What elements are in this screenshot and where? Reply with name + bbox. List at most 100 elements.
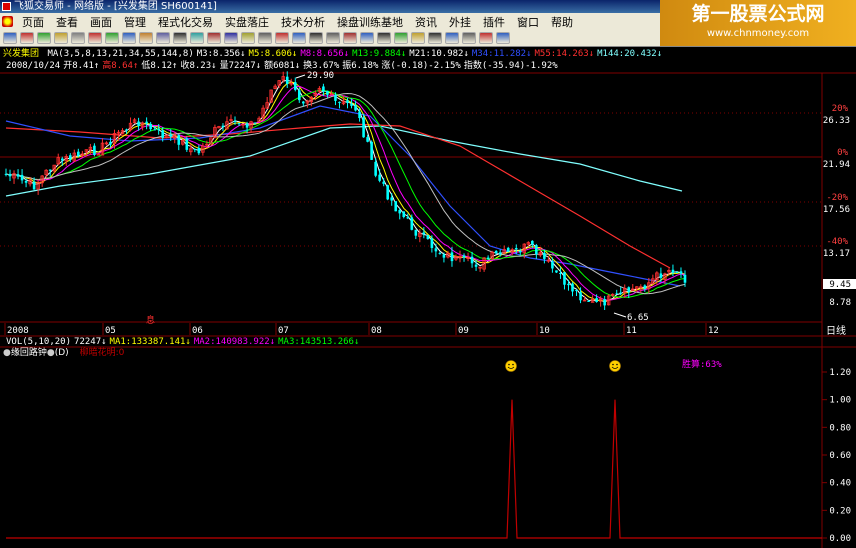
candle-body-down [197, 147, 201, 154]
high-price-label: 29.90 [307, 71, 334, 81]
candle-body-down [8, 173, 12, 177]
toolbar-tool-icon[interactable] [139, 32, 153, 44]
toolbar-tool-icon[interactable] [190, 32, 204, 44]
candle-body-down [575, 290, 578, 292]
time-axis-label: 11 [626, 326, 637, 336]
candle-body-down [382, 181, 385, 184]
menu-item-3[interactable]: 管理 [118, 14, 152, 30]
toolbar-tool-icon[interactable] [54, 32, 68, 44]
toolbar-tool-icon[interactable] [343, 32, 357, 44]
toolbar-tool-icon[interactable] [88, 32, 102, 44]
toolbar-tool-icon[interactable] [479, 32, 493, 44]
toolbar-tool-icon[interactable] [156, 32, 170, 44]
toolbar-tool-icon[interactable] [292, 32, 306, 44]
menu-item-7[interactable]: 操盘训练基地 [331, 14, 409, 30]
menu-item-11[interactable]: 窗口 [511, 14, 545, 30]
price-axis-percent-label: 0% [837, 148, 848, 158]
watermark-url: www.chnmoney.com [706, 28, 810, 39]
toolbar-tool-icon[interactable] [207, 32, 221, 44]
candle-body-down [450, 252, 454, 262]
price-axis-percent-label: -40% [826, 237, 848, 247]
toolbar-tool-icon[interactable] [105, 32, 119, 44]
toolbar-tool-icon[interactable] [394, 32, 408, 44]
menu-item-2[interactable]: 画面 [84, 14, 118, 30]
ma144-line [5, 125, 683, 197]
candle-body-down [293, 82, 297, 90]
candle-body-down [302, 101, 305, 104]
toolbar-tool-icon[interactable] [173, 32, 187, 44]
ma34-line [5, 105, 681, 287]
time-axis-label: 08 [371, 326, 382, 336]
toolbar-tool-icon[interactable] [224, 32, 238, 44]
indicator-axis-label: 1.00 [829, 396, 851, 406]
candle-body-down [426, 235, 430, 240]
toolbar-tool-icon[interactable] [71, 32, 85, 44]
time-axis-label: 2008 [7, 326, 29, 336]
time-axis-label: 10 [539, 326, 550, 336]
candle-body-down [48, 169, 52, 171]
candle-body-down [346, 100, 349, 103]
candle-body-down [125, 129, 128, 131]
toolbar-tool-icon[interactable] [275, 32, 289, 44]
menu-item-1[interactable]: 查看 [50, 14, 84, 30]
candle-body-down [627, 287, 631, 293]
ma3-line [5, 79, 686, 303]
candle-body-down [233, 120, 237, 122]
menu-item-8[interactable]: 资讯 [409, 14, 443, 30]
toolbar-tool-icon[interactable] [20, 32, 34, 44]
candle-body-down [4, 173, 8, 175]
candle-body-down [398, 210, 402, 214]
toolbar-tool-icon[interactable] [411, 32, 425, 44]
toolbar-tool-icon[interactable] [122, 32, 136, 44]
candle-body-down [149, 123, 152, 130]
indicator-axis-label: 0.20 [829, 506, 851, 516]
smiley-icon [505, 360, 517, 372]
toolbar-tool-icon[interactable] [462, 32, 476, 44]
toolbar-tool-icon[interactable] [428, 32, 442, 44]
toolbar-tool-icon[interactable] [496, 32, 510, 44]
menu-item-12[interactable]: 帮助 [545, 14, 579, 30]
candle-body-down [506, 247, 510, 252]
candle-body-down [386, 185, 389, 200]
candle-body-down [370, 141, 373, 160]
menu-item-10[interactable]: 插件 [477, 14, 511, 30]
candle-body-down [20, 174, 24, 181]
toolbar-tool-icon[interactable] [3, 32, 17, 44]
stock-chart[interactable]: 20% 26.33 0% 21.94 -20% 17.56 -40% 13.17 9.45 8.7… [0, 46, 856, 548]
toolbar-tool-icon[interactable] [326, 32, 340, 44]
watermark-title: 第一股票公式网 [691, 3, 825, 25]
toolbar-tool-icon[interactable] [377, 32, 391, 44]
candle-body-down [470, 256, 474, 264]
toolbar-tool-icon[interactable] [258, 32, 272, 44]
menu-item-9[interactable]: 外挂 [443, 14, 477, 30]
candle-body-down [193, 148, 197, 150]
toolbar-tool-icon[interactable] [309, 32, 323, 44]
toolbar-tool-icon[interactable] [360, 32, 374, 44]
menu-item-0[interactable]: 页面 [16, 14, 50, 30]
smiley-eye [512, 363, 514, 366]
toolbar-tool-icon[interactable] [241, 32, 255, 44]
candle-body-down [394, 201, 398, 212]
smiley-eye [612, 363, 614, 366]
candle-body-down [671, 269, 675, 273]
menu-item-4[interactable]: 程式化交易 [152, 14, 219, 30]
toolbar-tool-icon[interactable] [37, 32, 51, 44]
candle-body-down [221, 125, 225, 128]
candle-body-down [414, 229, 418, 236]
candle-body-down [675, 271, 679, 273]
candle-body-down [518, 250, 522, 253]
time-axis-label: 05 [105, 326, 116, 336]
indicator-axis-label: 0.00 [829, 534, 851, 544]
candle-body-down [185, 138, 189, 150]
period-label: 日线 [826, 324, 846, 337]
menu-item-6[interactable]: 技术分析 [275, 14, 331, 30]
toolbar-tool-icon[interactable] [445, 32, 459, 44]
candle-body-down [366, 137, 369, 142]
price-axis-percent-label: 20% [832, 104, 849, 114]
candle-body-down [555, 270, 558, 273]
candle-body-down [157, 129, 160, 131]
candle-body-down [643, 285, 647, 289]
candle-body-down [603, 299, 606, 306]
menu-item-5[interactable]: 实盘落庄 [219, 14, 275, 30]
candle-body-down [402, 211, 406, 217]
